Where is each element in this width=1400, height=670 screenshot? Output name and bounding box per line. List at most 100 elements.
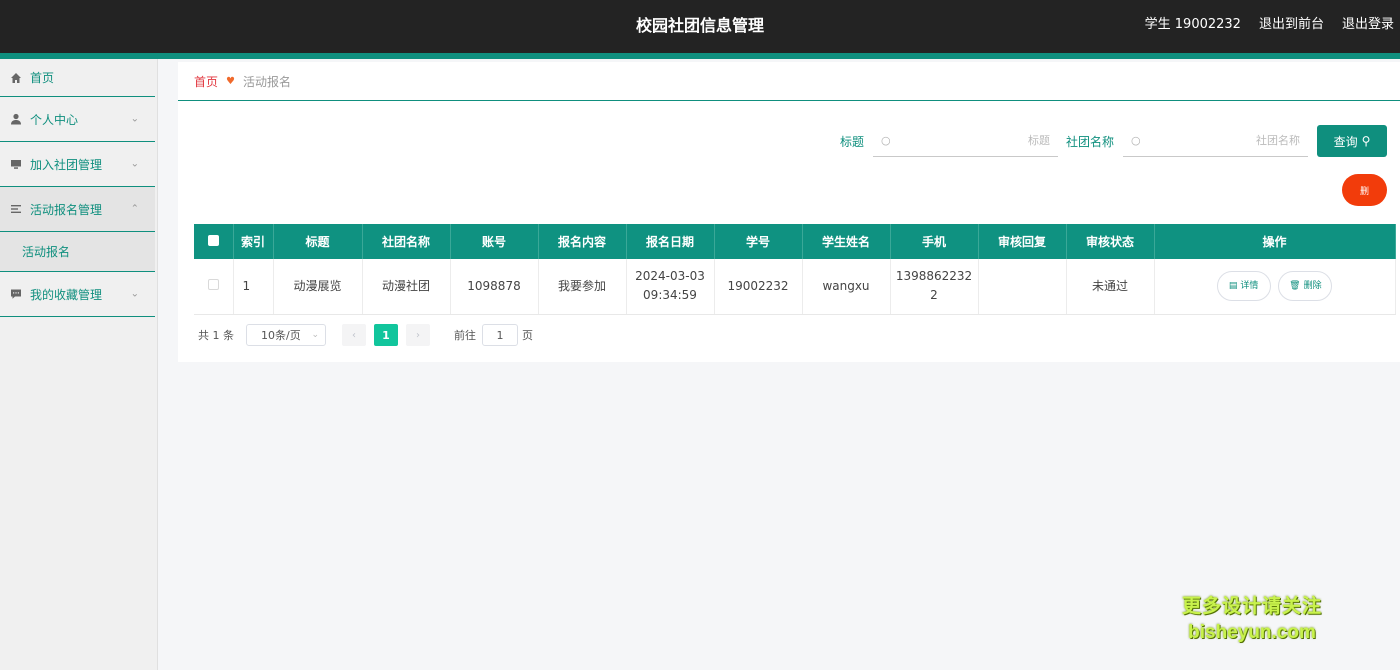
- column-header: 手机: [890, 224, 979, 259]
- cell-index: 1: [233, 259, 274, 315]
- breadcrumb-separator-icon: ♥: [226, 75, 235, 87]
- cell-account: 1098878: [450, 259, 539, 315]
- search-icon: ○: [880, 134, 891, 147]
- cell-club-name: 动漫社团: [362, 259, 451, 315]
- list-icon: [10, 203, 22, 215]
- cell-student-no: 19002232: [714, 259, 803, 315]
- delete-button[interactable]: 🗑 删除: [1278, 271, 1333, 302]
- column-header: 报名内容: [538, 224, 627, 259]
- detail-button-label: 详情: [1240, 280, 1259, 291]
- select-all-checkbox[interactable]: [207, 234, 219, 246]
- cell-phone: 1398862232 2: [890, 259, 979, 315]
- sidebar-item-label: 我的收藏管理: [30, 287, 103, 302]
- top-bar: 校园社团信息管理 学生 19002232 退出到前台 退出登录: [0, 0, 1400, 53]
- select-all-checkbox-cell[interactable]: [194, 224, 234, 259]
- logout-link[interactable]: 退出登录: [1342, 13, 1394, 32]
- chevron-down-icon: ⌄: [130, 158, 139, 170]
- time-part: 09:34:59: [643, 288, 697, 303]
- chevron-down-icon: ⌄: [130, 113, 139, 125]
- column-header: 索引: [233, 224, 274, 259]
- comment-icon: [10, 288, 22, 300]
- column-header: 操作: [1154, 224, 1396, 259]
- search-bar: 标题 ○ 社团名称 ○ 查询 ⚲: [840, 125, 1387, 157]
- column-header: 账号: [450, 224, 539, 259]
- chevron-down-icon: ⌄: [130, 288, 139, 300]
- delete-button-label: 删除: [1303, 280, 1322, 291]
- phone-part-1: 1398862232: [895, 269, 973, 284]
- title-label: 标题: [839, 134, 864, 149]
- query-button[interactable]: 查询 ⚲: [1317, 125, 1387, 157]
- watermark: 更多设计请关注 bisheyun.com: [1172, 592, 1332, 646]
- column-header: 报名日期: [626, 224, 715, 259]
- breadcrumb: 首页 ♥ 活动报名: [178, 62, 1400, 101]
- cell-review-reply: [978, 259, 1067, 315]
- breadcrumb-current: 活动报名: [242, 74, 291, 89]
- page-number-button[interactable]: 1: [374, 324, 398, 346]
- column-header: 标题: [273, 224, 363, 259]
- club-name-search-input[interactable]: [1146, 134, 1300, 147]
- page-suffix: 页: [522, 329, 533, 342]
- query-button-label: 查询: [1333, 134, 1358, 149]
- sidebar-item-label: 活动报名管理: [30, 202, 103, 217]
- prev-page-button[interactable]: ‹: [342, 324, 366, 346]
- table-header-row: 索引 标题 社团名称 账号 报名内容 报名日期 学号 学生姓名 手机 审核回复 …: [194, 224, 1396, 259]
- column-header: 社团名称: [362, 224, 451, 259]
- sidebar-item-label: 首页: [30, 71, 55, 85]
- club-name-field: ○: [1123, 125, 1308, 157]
- cell-review-status: 未通过: [1066, 259, 1155, 315]
- goto-page-input[interactable]: [482, 324, 518, 346]
- chevron-up-icon: ⌃: [130, 203, 139, 215]
- phone-part-2: 2: [930, 288, 938, 303]
- cell-student-name: wangxu: [802, 259, 891, 315]
- current-user: 学生 19002232: [1144, 17, 1241, 32]
- top-accent-bar: [0, 53, 1400, 59]
- detail-button[interactable]: ▤ 详情: [1216, 271, 1271, 302]
- home-icon: [10, 72, 22, 84]
- cell-signup-date: 2024-03-03 09:34:59: [626, 259, 715, 315]
- sidebar-subitem-activity-signup[interactable]: 活动报名: [0, 232, 155, 272]
- monitor-icon: [10, 158, 22, 170]
- row-checkbox-cell[interactable]: [194, 259, 234, 315]
- sidebar-item-favorites[interactable]: 我的收藏管理 ⌄: [0, 272, 155, 317]
- cell-content: 我要参加: [538, 259, 627, 315]
- sidebar-item-personal-center[interactable]: 个人中心 ⌄: [0, 97, 155, 142]
- pagination: 共 1 条 10条/页 ⌄ ‹ 1 › 前往 页: [198, 324, 533, 346]
- table-row: 1 动漫展览 动漫社团 1098878 我要参加 2024-03-03 09:3…: [194, 259, 1396, 315]
- title-search-input[interactable]: [896, 134, 1050, 147]
- date-part: 2024-03-03: [635, 269, 705, 284]
- title-field: ○: [872, 125, 1058, 157]
- search-icon: ⚲: [1361, 134, 1371, 148]
- watermark-line-2: bisheyun.com: [1188, 622, 1316, 643]
- user-icon: [10, 113, 22, 125]
- sidebar-item-label: 加入社团管理: [30, 157, 103, 172]
- column-header: 审核回复: [978, 224, 1067, 259]
- breadcrumb-home[interactable]: 首页: [194, 73, 218, 90]
- goto-front-link[interactable]: 退出到前台: [1259, 13, 1324, 32]
- cell-title: 动漫展览: [273, 259, 363, 315]
- club-name-label: 社团名称: [1065, 134, 1114, 149]
- column-header: 学号: [714, 224, 803, 259]
- watermark-line-1: 更多设计请关注: [1181, 595, 1322, 617]
- batch-delete-button[interactable]: 删: [1342, 174, 1387, 206]
- row-checkbox[interactable]: [207, 278, 219, 290]
- document-icon: ▤: [1228, 280, 1238, 291]
- sidebar-item-join-club[interactable]: 加入社团管理 ⌄: [0, 142, 155, 187]
- sidebar: 首页 个人中心 ⌄ 加入社团管理 ⌄ 活动报名管理 ⌃ 活动报名 我的收藏管理 …: [0, 59, 158, 670]
- total-count: 共 1 条: [198, 329, 234, 342]
- sidebar-item-home[interactable]: 首页: [0, 59, 155, 97]
- column-header: 学生姓名: [802, 224, 891, 259]
- chevron-down-icon: ⌄: [311, 330, 319, 340]
- trash-icon: 🗑: [1289, 280, 1301, 291]
- search-icon: ○: [1131, 134, 1141, 147]
- top-right-links: 学生 19002232 退出到前台 退出登录: [1145, 13, 1394, 32]
- page-size-select[interactable]: 10条/页 ⌄: [246, 324, 326, 346]
- signup-table: 索引 标题 社团名称 账号 报名内容 报名日期 学号 学生姓名 手机 审核回复 …: [194, 224, 1396, 315]
- next-page-button[interactable]: ›: [406, 324, 430, 346]
- main-panel: 首页 ♥ 活动报名 标题 ○ 社团名称 ○ 查询 ⚲ 删: [178, 62, 1400, 362]
- column-header: 审核状态: [1066, 224, 1155, 259]
- sidebar-item-label: 个人中心: [30, 112, 79, 127]
- cell-actions: ▤ 详情 🗑 删除: [1154, 259, 1396, 315]
- sidebar-item-activity-signup[interactable]: 活动报名管理 ⌃: [0, 187, 155, 232]
- goto-label: 前往: [454, 329, 476, 342]
- page-size-value: 10条/页: [261, 329, 301, 342]
